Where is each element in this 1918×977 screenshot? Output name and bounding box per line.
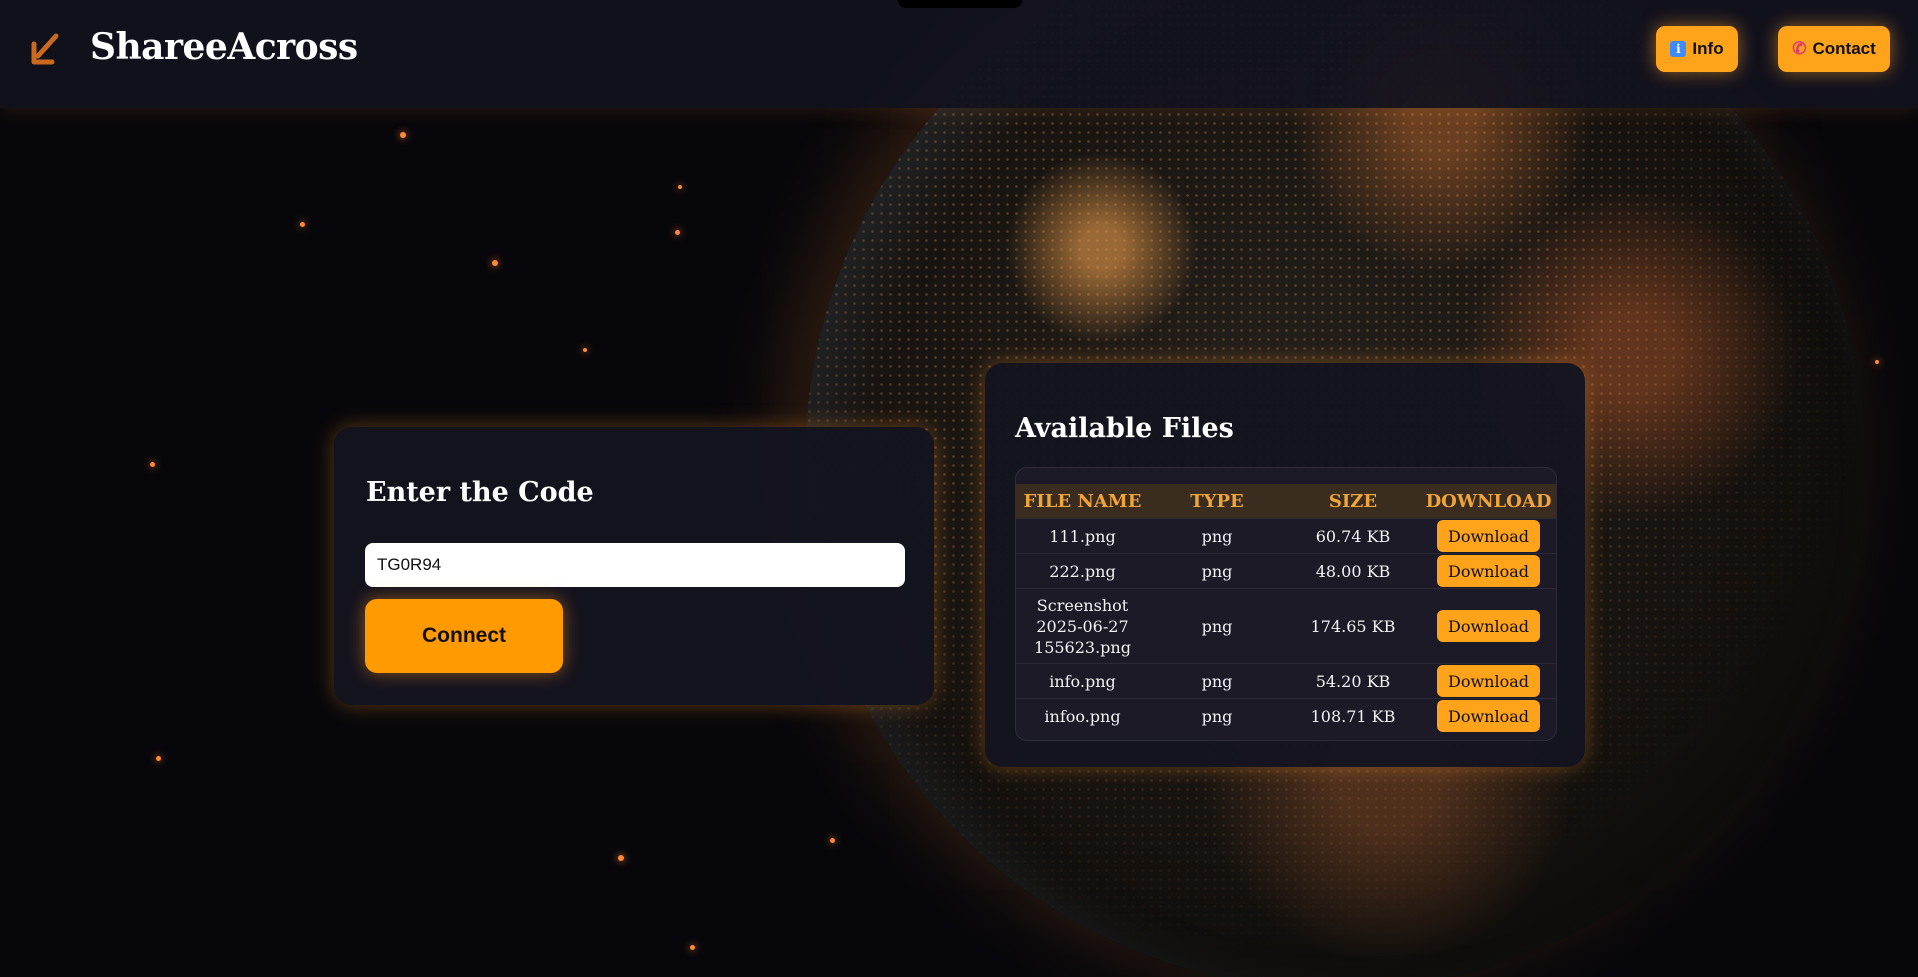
- code-input[interactable]: [365, 543, 905, 587]
- particle: [150, 462, 155, 467]
- arrow-diagonal-icon: [31, 33, 59, 65]
- info-button[interactable]: i Info: [1656, 26, 1738, 72]
- particle: [675, 230, 680, 235]
- phone-icon: ✆: [1792, 39, 1807, 58]
- contact-label: Contact: [1812, 39, 1876, 58]
- download-cell: Download: [1421, 663, 1556, 699]
- file-name-cell: info.png: [1016, 663, 1149, 699]
- file-type-cell: png: [1149, 553, 1285, 589]
- table-row: Screenshot 2025-06-27 155623.png png 174…: [1016, 588, 1556, 664]
- particle: [400, 132, 406, 138]
- table-row: 222.png png 48.00 KB Download: [1016, 553, 1556, 589]
- files-table: FILE NAME TYPE SIZE DOWNLOAD 111.png png…: [1016, 484, 1556, 733]
- particle: [300, 222, 305, 227]
- col-header-type: TYPE: [1149, 484, 1285, 519]
- enter-code-card: Enter the Code Connect: [334, 427, 934, 705]
- file-size-cell: 108.71 KB: [1285, 698, 1421, 733]
- download-button[interactable]: Download: [1437, 610, 1540, 642]
- info-icon: i: [1670, 41, 1687, 57]
- particle: [678, 185, 682, 189]
- particle: [1875, 360, 1879, 364]
- col-header-file-name: FILE NAME: [1016, 484, 1149, 519]
- table-row: 111.png png 60.74 KB Download: [1016, 518, 1556, 554]
- files-table-container: FILE NAME TYPE SIZE DOWNLOAD 111.png png…: [1015, 467, 1557, 741]
- available-files-title: Available Files: [1015, 413, 1234, 444]
- file-size-cell: 48.00 KB: [1285, 553, 1421, 589]
- file-size-cell: 54.20 KB: [1285, 663, 1421, 699]
- file-type-cell: png: [1149, 663, 1285, 699]
- file-name-cell: 111.png: [1016, 518, 1149, 554]
- file-type-cell: png: [1149, 698, 1285, 733]
- enter-code-title: Enter the Code: [366, 477, 594, 508]
- available-files-card: Available Files FILE NAME TYPE SIZE DOWN…: [985, 363, 1585, 767]
- camera-notch: [898, 0, 1022, 8]
- download-cell: Download: [1421, 518, 1556, 554]
- download-button[interactable]: Download: [1437, 520, 1540, 552]
- download-button[interactable]: Download: [1437, 665, 1540, 697]
- particle: [830, 838, 835, 843]
- table-row: info.png png 54.20 KB Download: [1016, 663, 1556, 699]
- file-type-cell: png: [1149, 518, 1285, 554]
- file-name-cell: 222.png: [1016, 553, 1149, 589]
- download-cell: Download: [1421, 698, 1556, 733]
- particle: [690, 945, 695, 950]
- download-button[interactable]: Download: [1437, 555, 1540, 587]
- col-header-download: DOWNLOAD: [1421, 484, 1556, 519]
- file-size-cell: 60.74 KB: [1285, 518, 1421, 554]
- file-size-cell: 174.65 KB: [1285, 588, 1421, 664]
- file-name-cell: Screenshot 2025-06-27 155623.png: [1016, 588, 1149, 664]
- file-type-cell: png: [1149, 588, 1285, 664]
- connect-button[interactable]: Connect: [365, 599, 563, 673]
- particle: [156, 756, 161, 761]
- download-cell: Download: [1421, 553, 1556, 589]
- download-button[interactable]: Download: [1437, 700, 1540, 732]
- download-cell: Download: [1421, 588, 1556, 664]
- info-label: Info: [1692, 39, 1724, 58]
- particle: [618, 855, 624, 861]
- brand-name: ShareeAcross: [90, 26, 358, 68]
- background-earth: [0, 0, 1918, 977]
- particle: [583, 348, 587, 352]
- col-header-size: SIZE: [1285, 484, 1421, 519]
- top-header: ShareeAcross i Info ✆ Contact: [0, 0, 1918, 108]
- contact-button[interactable]: ✆ Contact: [1778, 26, 1890, 72]
- particle: [492, 260, 498, 266]
- table-row: infoo.png png 108.71 KB Download: [1016, 698, 1556, 733]
- file-name-cell: infoo.png: [1016, 698, 1149, 733]
